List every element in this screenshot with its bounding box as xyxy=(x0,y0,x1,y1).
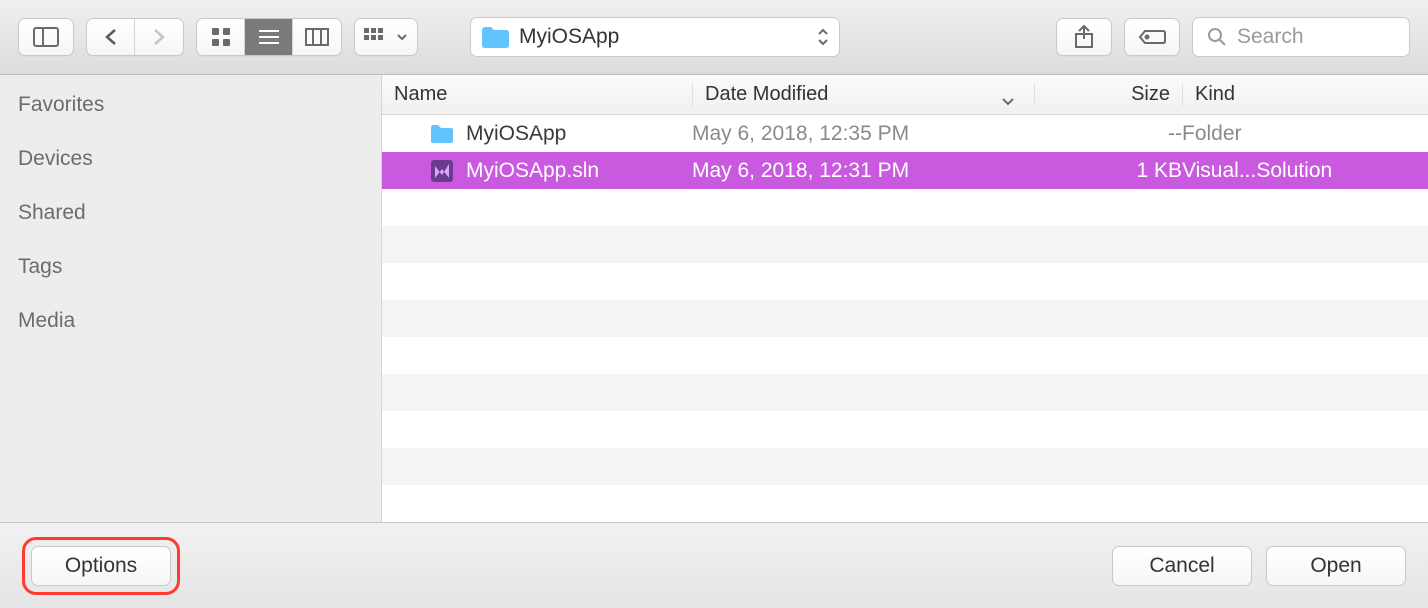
sidebar-section-shared[interactable]: Shared xyxy=(18,201,381,225)
dialog-body: Favorites Devices Shared Tags Media Name… xyxy=(0,75,1428,522)
arrange-icon xyxy=(364,28,392,46)
empty-row xyxy=(382,189,1428,226)
search-field[interactable]: Search xyxy=(1192,17,1410,57)
stepper-icon xyxy=(817,28,829,46)
col-kind[interactable]: Kind xyxy=(1182,83,1428,106)
chevron-left-icon xyxy=(104,28,118,46)
tags-button[interactable] xyxy=(1124,18,1180,56)
file-rows: MyiOSApp May 6, 2018, 12:35 PM -- Folder… xyxy=(382,115,1428,522)
current-folder-label: MyiOSApp xyxy=(519,25,807,49)
cancel-button[interactable]: Cancel xyxy=(1112,546,1252,586)
share-icon xyxy=(1074,25,1094,49)
annotation-highlight: Options xyxy=(22,537,180,595)
folder-icon xyxy=(481,26,509,48)
file-listing: Name Date Modified Size Kind MyiOSApp Ma… xyxy=(382,75,1428,522)
sidebar: Favorites Devices Shared Tags Media xyxy=(0,75,382,522)
view-mode-segmented xyxy=(196,18,342,56)
tag-icon xyxy=(1138,28,1166,46)
arrange-button[interactable] xyxy=(354,18,418,56)
toolbar: MyiOSApp Search xyxy=(0,0,1428,75)
empty-row xyxy=(382,263,1428,300)
table-row[interactable]: MyiOSApp.sln May 6, 2018, 12:31 PM 1 KB … xyxy=(382,152,1428,189)
icon-view-button[interactable] xyxy=(197,19,245,55)
empty-row xyxy=(382,226,1428,263)
empty-row xyxy=(382,411,1428,448)
sidebar-toggle-button[interactable] xyxy=(18,18,74,56)
empty-row xyxy=(382,337,1428,374)
file-size: 1 KB xyxy=(1034,159,1182,183)
empty-row xyxy=(382,374,1428,411)
empty-row xyxy=(382,448,1428,485)
col-date[interactable]: Date Modified xyxy=(692,83,1034,106)
search-icon xyxy=(1207,27,1227,47)
search-placeholder: Search xyxy=(1237,25,1304,49)
chevron-down-icon xyxy=(396,32,408,42)
columns-icon xyxy=(305,28,329,46)
grid-icon xyxy=(211,27,231,47)
footer: Options Cancel Open xyxy=(0,522,1428,608)
chevron-right-icon xyxy=(152,28,166,46)
sidebar-section-tags[interactable]: Tags xyxy=(18,255,381,279)
column-view-button[interactable] xyxy=(293,19,341,55)
sidebar-section-media[interactable]: Media xyxy=(18,309,381,333)
file-name: MyiOSApp xyxy=(466,122,566,146)
options-button[interactable]: Options xyxy=(31,546,171,586)
open-button[interactable]: Open xyxy=(1266,546,1406,586)
list-icon xyxy=(258,29,280,45)
col-size[interactable]: Size xyxy=(1034,83,1182,106)
list-view-button[interactable] xyxy=(245,19,293,55)
empty-row xyxy=(382,300,1428,337)
share-button[interactable] xyxy=(1056,18,1112,56)
file-date: May 6, 2018, 12:31 PM xyxy=(692,159,1034,183)
sidebar-section-favorites[interactable]: Favorites xyxy=(18,93,381,117)
forward-button[interactable] xyxy=(135,19,183,55)
file-kind: Visual...Solution xyxy=(1182,159,1428,183)
vs-file-icon xyxy=(430,159,454,183)
folder-icon xyxy=(430,122,454,146)
chevron-down-icon xyxy=(1000,95,1016,107)
nav-back-forward xyxy=(86,18,184,56)
col-name[interactable]: Name xyxy=(382,83,692,106)
column-headers: Name Date Modified Size Kind xyxy=(382,75,1428,115)
file-date: May 6, 2018, 12:35 PM xyxy=(692,122,1034,146)
file-name: MyiOSApp.sln xyxy=(466,159,599,183)
empty-row xyxy=(382,485,1428,522)
file-size: -- xyxy=(1034,122,1182,146)
back-button[interactable] xyxy=(87,19,135,55)
sidebar-section-devices[interactable]: Devices xyxy=(18,147,381,171)
table-row[interactable]: MyiOSApp May 6, 2018, 12:35 PM -- Folder xyxy=(382,115,1428,152)
path-popup-button[interactable]: MyiOSApp xyxy=(470,17,840,57)
sidebar-icon xyxy=(33,27,59,47)
file-kind: Folder xyxy=(1182,122,1428,146)
